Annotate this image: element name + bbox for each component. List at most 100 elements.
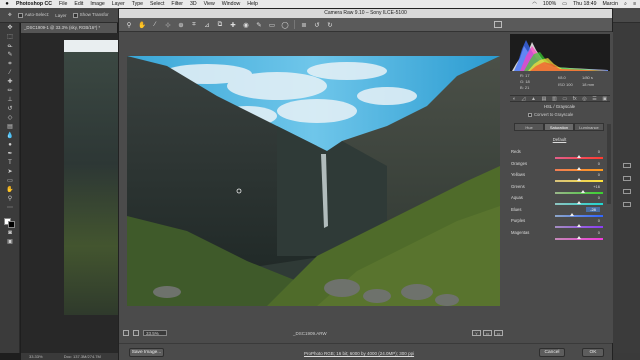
document-tab[interactable]: _DSC1909-1 @ 33.3% (sky, RGB/16*) * [21,23,117,33]
snapshots-tab-icon[interactable]: ▣ [602,96,607,102]
workflow-options-link[interactable]: ProPhoto RGB; 16 bit; 6000 by 4000 (24.0… [304,351,414,356]
document-image[interactable] [64,40,120,315]
healing-icon[interactable]: ✚ [5,79,15,86]
ok-button[interactable]: OK [582,348,604,357]
fullscreen-toggle-icon[interactable] [494,21,502,28]
targeted-adjust-icon[interactable]: ⊕ [177,21,185,29]
cancel-button[interactable]: Cancel [539,348,565,357]
split-toning-tab-icon[interactable]: ▥ [552,96,557,102]
shape-icon[interactable]: ▭ [5,178,15,185]
white-balance-icon[interactable]: ⁄ [151,21,159,28]
panel-icon[interactable] [623,163,631,168]
default-link[interactable]: Default [506,137,613,142]
slider-thumb[interactable] [577,224,581,227]
gradient-icon[interactable]: ▤ [5,124,15,131]
screen-mode-icon[interactable]: ▣ [5,239,15,246]
panel-scrollbar[interactable] [607,124,611,204]
battery-level[interactable]: 100% [543,1,556,7]
menu-edit[interactable]: Edit [74,1,83,7]
battery-icon[interactable]: ▭ [562,1,567,7]
wifi-icon[interactable]: ◠ [532,1,537,7]
brush-icon[interactable]: ✏ [5,88,15,95]
radial-filter-icon[interactable]: ◯ [281,21,289,29]
straighten-icon[interactable]: ⊿ [203,21,211,29]
type-icon[interactable]: T [5,160,15,167]
before-after-toggle[interactable]: Y [472,330,481,336]
slider-value-field[interactable]: 0 [586,230,600,235]
convert-grayscale-option[interactable]: Convert to Grayscale [528,112,573,117]
tab-hue[interactable]: Hue [514,123,544,131]
transform-icon[interactable]: ⧉ [216,21,224,29]
slider-thumb[interactable] [570,212,575,216]
slider-value-field[interactable]: 0 [586,172,600,177]
clock[interactable]: Thu 18:49 [573,1,596,7]
menu-type[interactable]: Type [132,1,143,7]
rotate-right-icon[interactable]: ↻ [326,21,334,29]
slider-value-field[interactable]: 0 [586,195,600,200]
slider-value-field[interactable]: 0 [586,161,600,166]
slider-thumb[interactable] [577,201,581,204]
path-select-icon[interactable]: ➤ [5,169,15,176]
lasso-icon[interactable]: ᓇ [5,43,15,50]
slider-thumb[interactable] [577,178,581,181]
slider-value-field[interactable]: 0 [586,218,600,223]
background-color-swatch[interactable] [8,221,15,228]
show-transform-checkbox[interactable] [72,12,78,18]
panel-icon[interactable] [623,176,631,181]
spot-removal-icon[interactable]: ✚ [229,21,237,29]
tab-luminance[interactable]: Luminance [574,123,604,131]
zoom-level-select[interactable]: 33.5% [143,330,167,336]
open-preferences-icon[interactable]: ≣ [300,21,308,29]
slider-value-field[interactable]: 0 [586,149,600,154]
effects-tab-icon[interactable]: fx [573,96,577,102]
quick-mask-icon[interactable]: ◙ [5,230,15,237]
slider-value-field[interactable]: +16 [586,184,600,189]
auto-select-option[interactable]: Auto-Select: [17,12,49,18]
presets-tab-icon[interactable]: ☰ [592,96,596,102]
user-name[interactable]: Marcin [602,1,618,7]
detail-tab-icon[interactable]: ▲ [531,96,536,102]
slider-thumb[interactable] [577,155,581,158]
crop-icon[interactable]: ⌗ [5,61,15,68]
menu-filter[interactable]: Filter [171,1,183,7]
graduated-filter-icon[interactable]: ▭ [268,21,276,29]
crop-tool-icon[interactable]: ⌗ [190,21,198,29]
menu-3d[interactable]: 3D [190,1,197,7]
red-eye-icon[interactable]: ◉ [242,21,250,29]
hand-icon[interactable]: ✋ [5,187,15,194]
color-sampler-icon[interactable]: ⊹ [164,21,172,29]
menu-window[interactable]: Window [222,1,240,7]
menu-help[interactable]: Help [247,1,258,7]
convert-grayscale-checkbox[interactable] [528,112,532,117]
slider-thumb[interactable] [577,235,581,239]
tab-saturation[interactable]: Saturation [544,123,574,131]
menu-file[interactable]: File [59,1,67,7]
slider-thumb[interactable] [577,166,581,170]
menu-list-icon[interactable]: ≡ [633,1,636,7]
pen-icon[interactable]: ✒ [5,151,15,158]
menu-select[interactable]: Select [150,1,164,7]
adjustment-brush-icon[interactable]: ✎ [255,21,263,29]
preview-settings-button[interactable]: ▭ [494,330,503,336]
eyedropper-icon[interactable]: ⁄ [5,70,15,77]
move-tool-icon[interactable]: ✥ [8,12,12,18]
show-transform-option[interactable]: Show Transfor [72,12,109,18]
move-icon[interactable]: ✥ [5,25,15,32]
zoom-in-icon[interactable] [133,330,139,336]
stamp-icon[interactable]: ⊥ [5,97,15,104]
panel-icon[interactable] [623,202,631,207]
layer-select[interactable]: Layer [55,13,66,18]
auto-select-checkbox[interactable] [17,12,23,18]
apple-icon[interactable]: ● [4,1,10,7]
history-brush-icon[interactable]: ↺ [5,106,15,113]
marquee-icon[interactable]: ⬚ [5,34,15,41]
menu-image[interactable]: Image [90,1,104,7]
menu-view[interactable]: View [204,1,215,7]
slider-thumb[interactable] [580,189,585,193]
menu-app-name[interactable]: Photoshop CC [16,1,52,7]
more-tools-icon[interactable]: ⋯ [5,205,15,212]
hand-tool-icon[interactable]: ✋ [138,21,146,29]
save-image-button[interactable]: Save Image... [129,348,164,357]
slider-track[interactable] [555,191,603,194]
blur-icon[interactable]: 💧 [5,133,15,140]
